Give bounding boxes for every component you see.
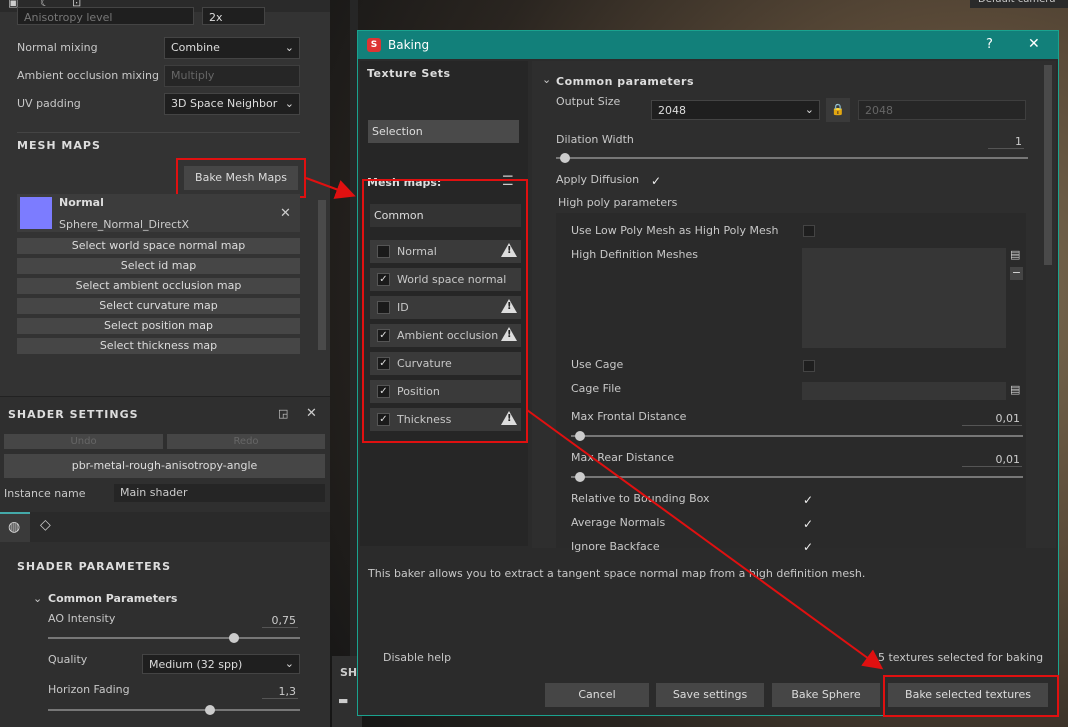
annotation-arrows: [305, 177, 884, 670]
arrow-bake-to-dialog: [305, 177, 356, 199]
arrow-maps-to-bake: [526, 409, 884, 670]
